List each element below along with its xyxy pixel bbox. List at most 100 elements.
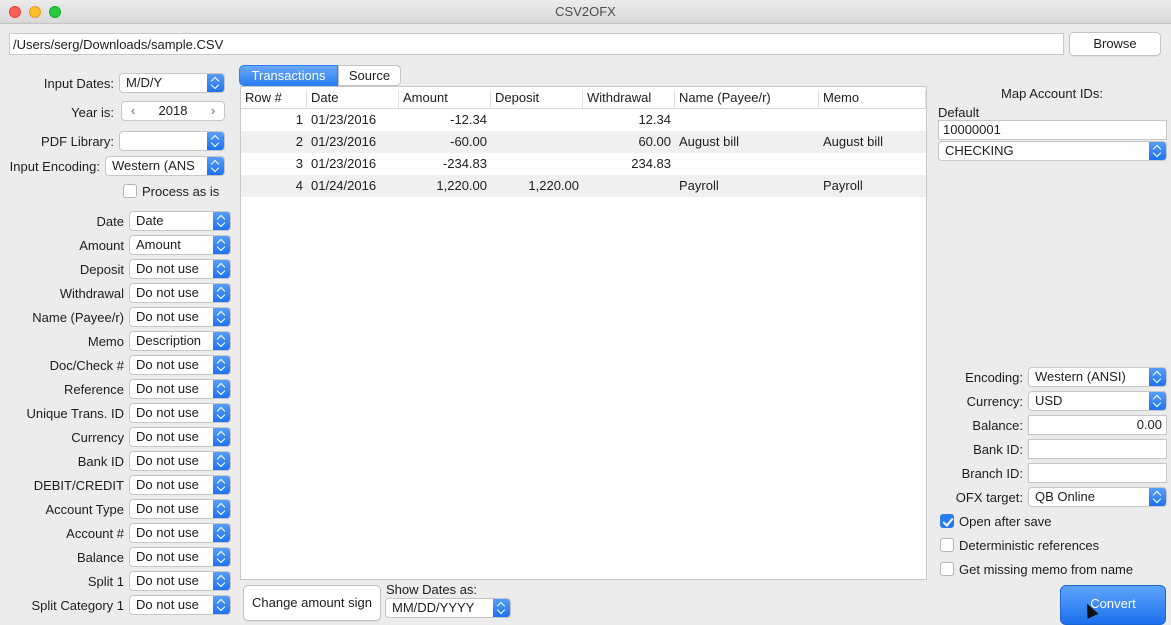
open-after-save-checkbox[interactable]	[940, 514, 954, 528]
mapping-select[interactable]: Do not use	[129, 427, 231, 447]
mapping-select[interactable]: Do not use	[129, 451, 231, 471]
convert-button[interactable]: Convert	[1060, 585, 1166, 625]
tab-transactions[interactable]: Transactions	[239, 65, 338, 86]
table-cell: 1	[295, 112, 303, 127]
column-header[interactable]: Memo	[819, 90, 926, 108]
chevron-updown-icon	[493, 599, 510, 617]
chevron-updown-icon	[213, 524, 230, 542]
mapping-value: Description	[136, 333, 202, 348]
window-title: CSV2OFX	[555, 4, 616, 19]
missing-memo-checkbox[interactable]	[940, 562, 954, 576]
account-id-input[interactable]: 10000001	[938, 120, 1167, 140]
mapping-select[interactable]: Do not use	[129, 499, 231, 519]
chevron-updown-icon	[213, 260, 230, 278]
mapping-select[interactable]: Do not use	[129, 547, 231, 567]
mapping-label: Account Type	[45, 502, 124, 517]
column-header[interactable]: Date	[307, 90, 399, 108]
table-row[interactable]: 1 01/23/2016 -12.34 12.34	[241, 109, 926, 131]
browse-button[interactable]: Browse	[1069, 32, 1161, 56]
mapping-select[interactable]: Do not use	[129, 259, 231, 279]
mapping-select[interactable]: Date	[129, 211, 231, 231]
table-cell: Payroll	[679, 178, 719, 193]
table-cell: -12.34	[450, 112, 487, 127]
ofx-target-label: OFX target:	[955, 490, 1023, 505]
chevron-right-icon[interactable]: ›	[206, 102, 220, 120]
branch-id-input[interactable]	[1028, 463, 1167, 483]
year-stepper[interactable]: ‹ 2018 ›	[121, 101, 225, 121]
year-value: 2018	[158, 103, 188, 118]
mapping-select[interactable]: Do not use	[129, 403, 231, 423]
table-cell: August bill	[679, 134, 739, 149]
mapping-label: Amount	[79, 238, 124, 253]
table-row[interactable]: 4 01/24/2016 1,220.00 1,220.00 Payroll Payrol…	[241, 175, 926, 197]
mapping-select[interactable]: Do not use	[129, 355, 231, 375]
mapping-value: Do not use	[136, 501, 199, 516]
mapping-value: Do not use	[136, 573, 199, 588]
input-dates-label: Input Dates:	[43, 76, 114, 91]
mapping-select[interactable]: Do not use	[129, 379, 231, 399]
show-dates-select[interactable]: MM/DD/YYYY	[385, 598, 511, 618]
table-cell: 1,220.00	[528, 178, 579, 193]
encoding-select[interactable]: Western (ANSI)	[1028, 367, 1167, 387]
deterministic-references-checkbox[interactable]	[940, 538, 954, 552]
chevron-updown-icon	[213, 380, 230, 398]
mapping-value: Do not use	[136, 429, 199, 444]
mapping-select[interactable]: Do not use	[129, 475, 231, 495]
missing-memo-label: Get missing memo from name	[959, 562, 1134, 577]
table-row[interactable]: 2 01/23/2016 -60.00 60.00 August bill August …	[241, 131, 926, 153]
mapping-select[interactable]: Amount	[129, 235, 231, 255]
table-cell: 2	[295, 134, 303, 149]
column-header[interactable]: Withdrawal	[583, 90, 675, 108]
mapping-label: Split 1	[87, 574, 124, 589]
mapping-select[interactable]: Do not use	[129, 283, 231, 303]
mapping-label: DEBIT/CREDIT	[33, 478, 124, 493]
chevron-updown-icon	[207, 132, 224, 150]
show-dates-value: MM/DD/YYYY	[392, 600, 475, 615]
file-path-input[interactable]: /Users/serg/Downloads/sample.CSV	[9, 33, 1064, 55]
table-cell: -60.00	[450, 134, 487, 149]
open-after-save-label: Open after save	[959, 514, 1052, 529]
chevron-updown-icon	[213, 356, 230, 374]
account-type-select[interactable]: CHECKING	[938, 141, 1167, 161]
chevron-updown-icon	[213, 572, 230, 590]
column-header[interactable]: Deposit	[491, 90, 583, 108]
mapping-label: Date	[96, 214, 124, 229]
chevron-updown-icon	[1149, 142, 1166, 160]
mapping-label: Account #	[66, 526, 124, 541]
process-as-is-checkbox[interactable]	[123, 184, 137, 198]
balance-input[interactable]: 0.00	[1028, 415, 1167, 435]
table-row[interactable]: 3 01/23/2016 -234.83 234.83	[241, 153, 926, 175]
chevron-updown-icon	[213, 500, 230, 518]
table-cell: 1,220.00	[436, 178, 487, 193]
branch-id-label: Branch ID:	[961, 466, 1023, 481]
input-dates-select[interactable]: M/D/Y	[119, 73, 225, 93]
mapping-label: Bank ID	[77, 454, 124, 469]
mapping-select[interactable]: Do not use	[129, 571, 231, 591]
chevron-updown-icon	[207, 74, 224, 92]
pdf-library-select[interactable]	[119, 131, 225, 151]
change-amount-sign-button[interactable]: Change amount sign	[243, 585, 381, 621]
table-cell: August bill	[823, 134, 883, 149]
mapping-label: Memo	[87, 334, 124, 349]
deterministic-references-label: Deterministic references	[959, 538, 1100, 553]
mapping-label: Name (Payee/r)	[32, 310, 124, 325]
mapping-select[interactable]: Do not use	[129, 595, 231, 615]
ofx-target-select[interactable]: QB Online	[1028, 487, 1167, 507]
input-encoding-select[interactable]: Western (ANS	[105, 156, 225, 176]
table-cell: Payroll	[823, 178, 863, 193]
currency-value: USD	[1035, 393, 1063, 408]
chevron-updown-icon	[1149, 368, 1166, 386]
bank-id-label: Bank ID:	[973, 442, 1023, 457]
bank-id-input[interactable]	[1028, 439, 1167, 459]
mapping-label: Balance	[77, 550, 124, 565]
column-header[interactable]: Name (Payee/r)	[675, 90, 819, 108]
transactions-table[interactable]: Row # Date Amount Deposit Withdrawal Name (Pa…	[240, 86, 927, 580]
currency-select[interactable]: USD	[1028, 391, 1167, 411]
chevron-left-icon[interactable]: ‹	[126, 102, 140, 120]
column-header[interactable]: Row #	[241, 90, 307, 108]
mapping-select[interactable]: Description	[129, 331, 231, 351]
tab-source[interactable]: Source	[338, 65, 401, 86]
mapping-select[interactable]: Do not use	[129, 307, 231, 327]
mapping-select[interactable]: Do not use	[129, 523, 231, 543]
column-header[interactable]: Amount	[399, 90, 491, 108]
